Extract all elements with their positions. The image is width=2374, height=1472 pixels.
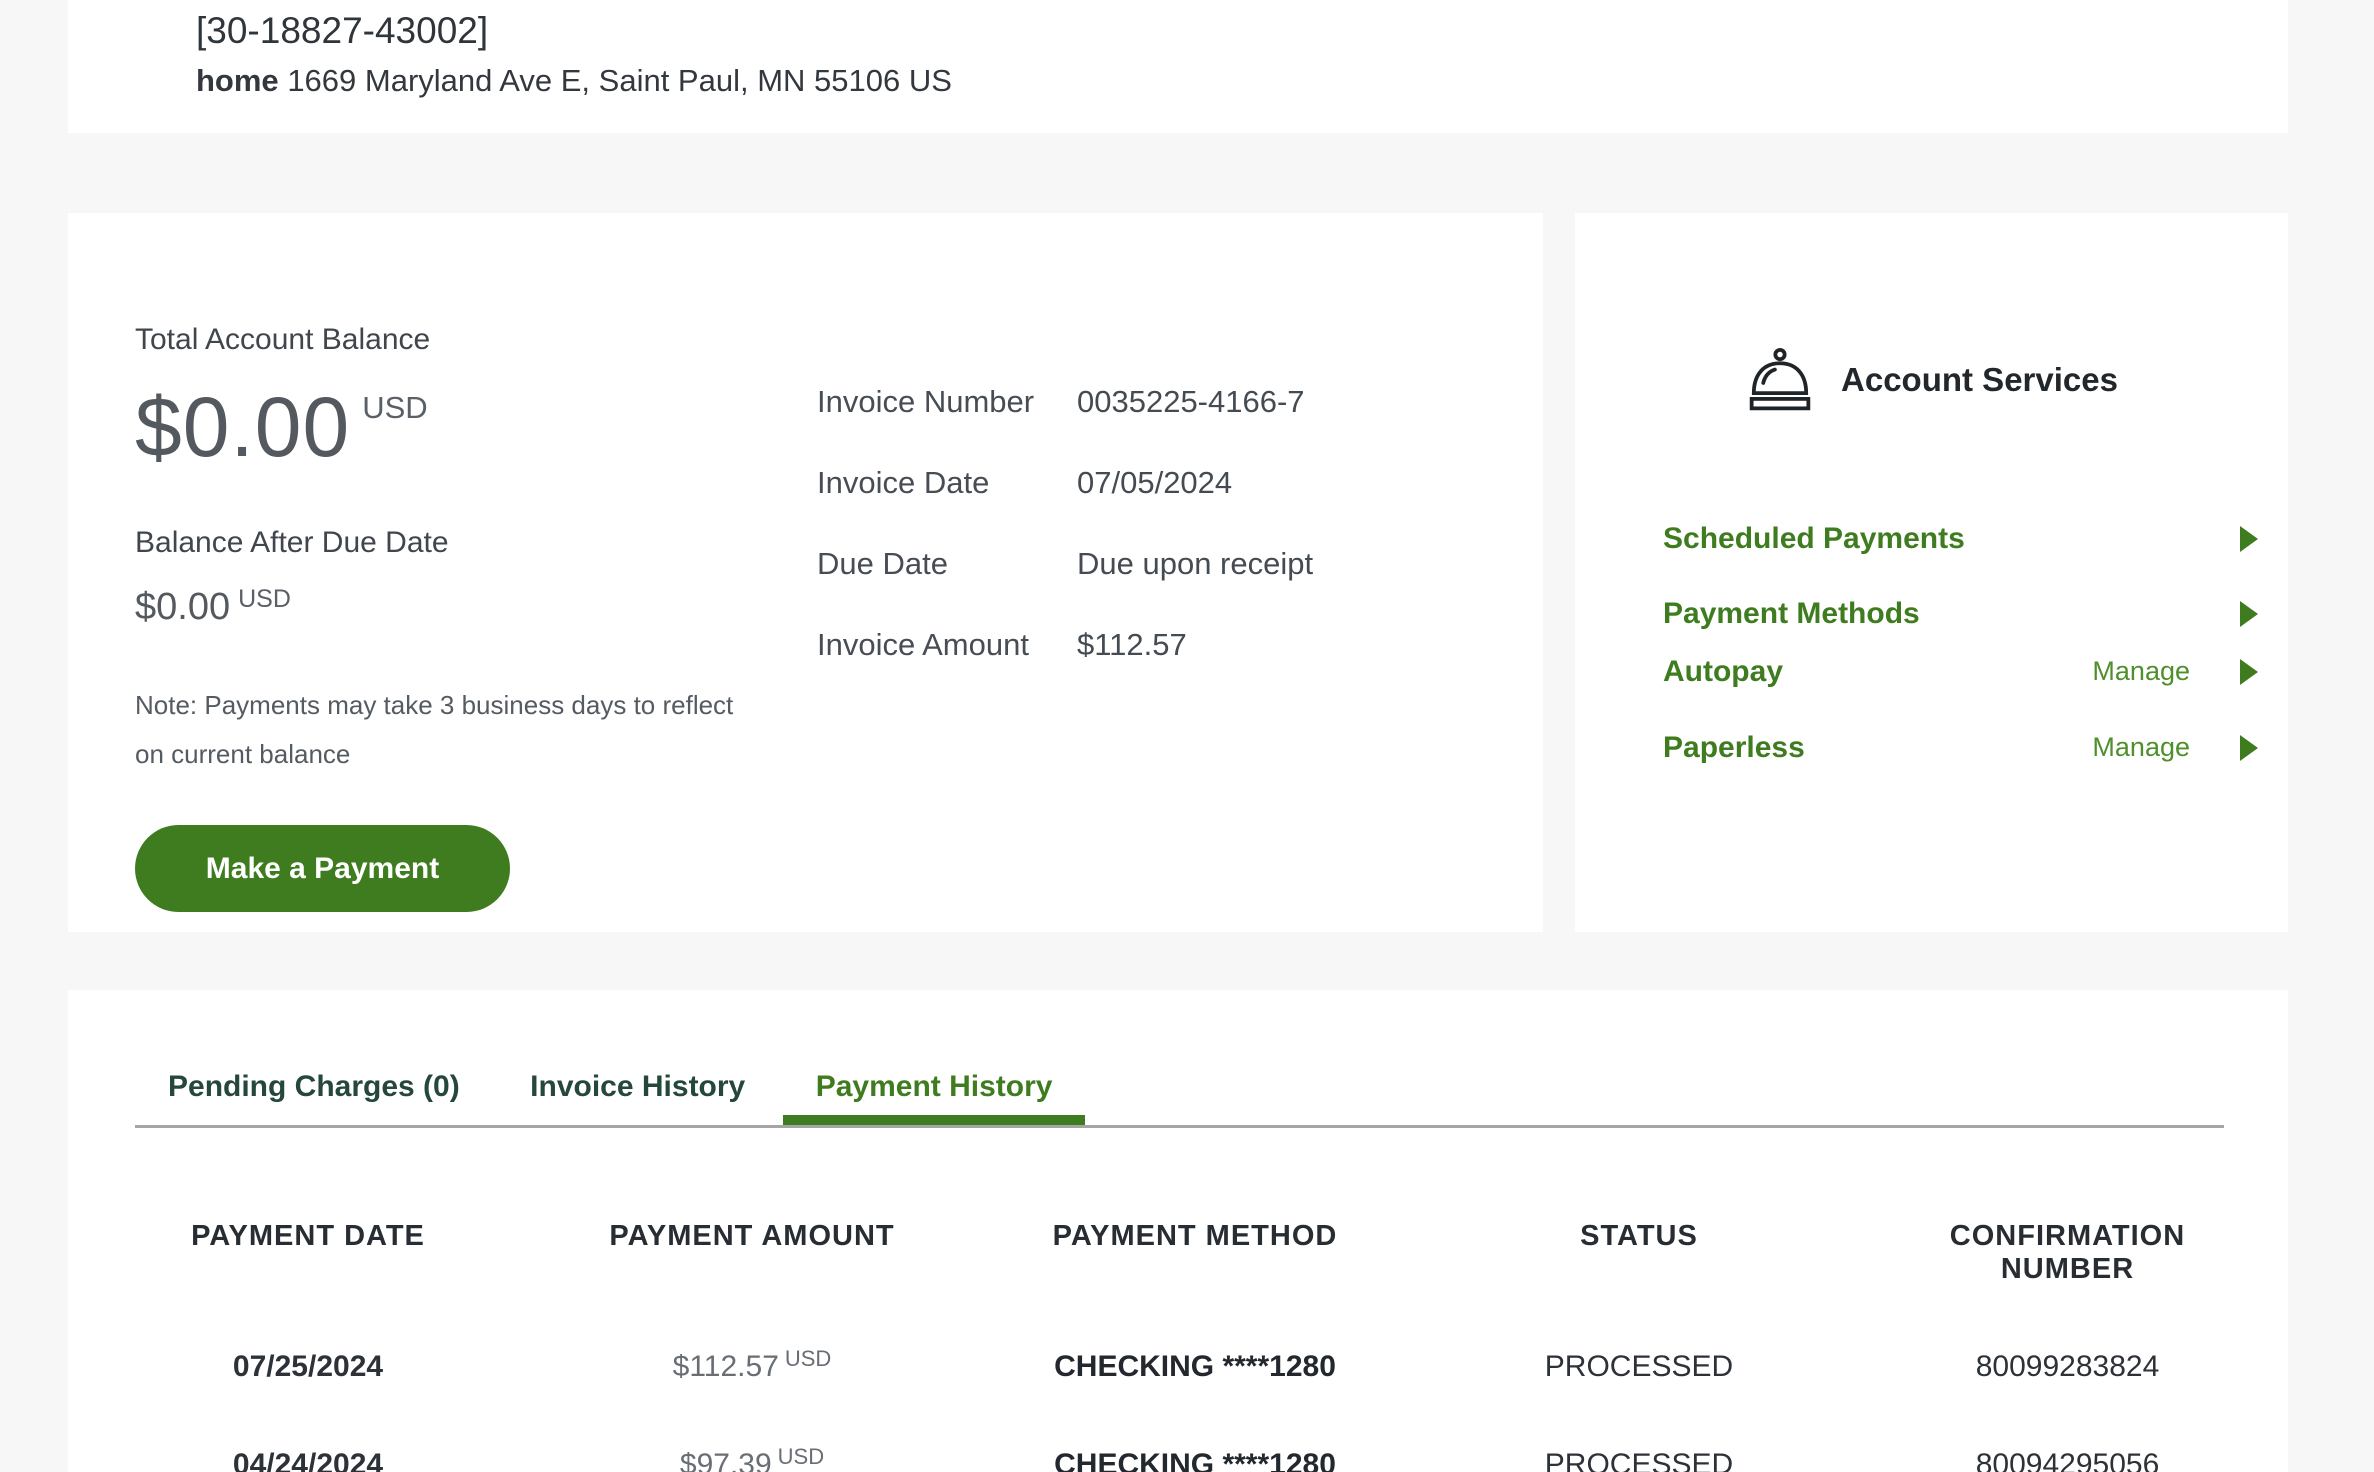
- invoice-date-row: Invoice Date 07/05/2024: [817, 466, 1313, 499]
- tab-payment-history[interactable]: Payment History: [783, 1070, 1086, 1125]
- status-badge: PROCESSED: [1367, 1448, 1911, 1472]
- paperless-manage-link[interactable]: Manage: [2092, 732, 2190, 763]
- status-badge: PROCESSED: [1367, 1350, 1911, 1384]
- currency-label: USD: [238, 585, 291, 613]
- account-number: [30-18827-43002]: [196, 8, 2288, 54]
- service-item-scheduled-payments[interactable]: Scheduled Payments: [1663, 522, 2258, 555]
- header-payment-amount: PAYMENT AMOUNT: [481, 1220, 1023, 1253]
- service-item-autopay[interactable]: Autopay Manage: [1663, 655, 2258, 688]
- autopay-manage-link[interactable]: Manage: [2092, 656, 2190, 687]
- chevron-right-icon: [2240, 601, 2258, 627]
- account-billing-page: [30-18827-43002] home 1669 Maryland Ave …: [0, 0, 2374, 1472]
- payment-history-table: PAYMENT DATE PAYMENT AMOUNT PAYMENT METH…: [135, 1220, 2224, 1472]
- balance-column: Total Account Balance $0.00USD Balance A…: [135, 323, 783, 932]
- account-summary-card: [30-18827-43002] home 1669 Maryland Ave …: [68, 0, 2288, 133]
- header-confirmation-number: CONFIRMATION NUMBER: [1911, 1220, 2224, 1286]
- table-header-row: PAYMENT DATE PAYMENT AMOUNT PAYMENT METH…: [135, 1220, 2224, 1286]
- address-text: 1669 Maryland Ave E, Saint Paul, MN 5510…: [287, 63, 952, 98]
- table-row: 04/24/2024 $97.39USD CHECKING ****1280 P…: [135, 1448, 2224, 1472]
- header-payment-method: PAYMENT METHOD: [1023, 1220, 1367, 1253]
- service-item-payment-methods[interactable]: Payment Methods: [1663, 597, 2258, 630]
- history-tabs: Pending Charges (0) Invoice History Paym…: [135, 1070, 2224, 1128]
- account-services-header: Account Services: [1575, 348, 2288, 412]
- service-bell-icon: [1745, 348, 1815, 412]
- account-services-list: Scheduled Payments Payment Methods Autop…: [1663, 522, 2258, 764]
- account-services-title: Account Services: [1841, 361, 2118, 399]
- history-card: Pending Charges (0) Invoice History Paym…: [68, 990, 2288, 1472]
- chevron-right-icon: [2240, 659, 2258, 685]
- account-services-card: Account Services Scheduled Payments Paym…: [1575, 213, 2288, 932]
- due-date-row: Due Date Due upon receipt: [817, 547, 1313, 580]
- invoice-details: Invoice Number 0035225-4166-7 Invoice Da…: [817, 323, 1313, 932]
- invoice-number-row: Invoice Number 0035225-4166-7: [817, 385, 1313, 418]
- chevron-right-icon: [2240, 526, 2258, 552]
- payment-note: Note: Payments may take 3 business days …: [135, 681, 783, 779]
- total-balance-label: Total Account Balance: [135, 323, 783, 357]
- header-status: STATUS: [1367, 1220, 1911, 1253]
- table-row: 07/25/2024 $112.57USD CHECKING ****1280 …: [135, 1350, 2224, 1384]
- chevron-right-icon: [2240, 735, 2258, 761]
- currency-label: USD: [362, 390, 427, 425]
- address-type-label: home: [196, 63, 279, 98]
- total-balance-amount: $0.00USD: [135, 379, 783, 476]
- currency-label: USD: [778, 1444, 824, 1469]
- balance-invoice-card: Total Account Balance $0.00USD Balance A…: [68, 213, 1543, 932]
- tab-invoice-history[interactable]: Invoice History: [497, 1070, 778, 1125]
- make-a-payment-button[interactable]: Make a Payment: [135, 825, 510, 912]
- header-payment-date: PAYMENT DATE: [135, 1220, 481, 1253]
- tab-pending-charges[interactable]: Pending Charges (0): [135, 1070, 493, 1125]
- service-item-paperless[interactable]: Paperless Manage: [1663, 731, 2258, 764]
- after-due-amount: $0.00USD: [135, 586, 783, 629]
- currency-label: USD: [785, 1346, 831, 1371]
- invoice-amount-row: Invoice Amount $112.57: [817, 628, 1313, 661]
- account-address: home 1669 Maryland Ave E, Saint Paul, MN…: [196, 62, 2288, 100]
- after-due-label: Balance After Due Date: [135, 526, 783, 560]
